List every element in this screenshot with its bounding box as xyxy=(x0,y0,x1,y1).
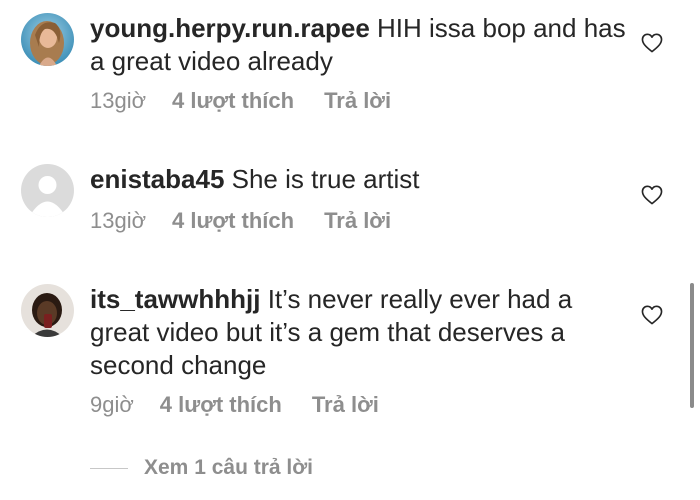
comment-username[interactable]: its_tawwhhhjj xyxy=(90,284,260,314)
comment-timestamp[interactable]: 13giờ xyxy=(90,208,146,234)
heart-icon[interactable] xyxy=(641,305,663,325)
comment-text: its_tawwhhhjj It’s never really ever had… xyxy=(90,283,630,382)
avatar[interactable] xyxy=(21,13,74,66)
comment-text: enistaba45 She is true artist xyxy=(90,163,630,196)
comment-timestamp[interactable]: 9giờ xyxy=(90,392,134,418)
comment-likes-count[interactable]: 4 lượt thích xyxy=(172,88,294,114)
comment-body: She is true artist xyxy=(224,164,420,194)
comment-meta: 13giờ 4 lượt thích Trả lời xyxy=(90,208,391,234)
comment-timestamp[interactable]: 13giờ xyxy=(90,88,146,114)
scrollbar-thumb[interactable] xyxy=(690,283,694,408)
profile-photo-icon xyxy=(21,13,74,66)
avatar[interactable] xyxy=(21,284,74,337)
comment-username[interactable]: young.herpy.run.rapee xyxy=(90,13,370,43)
reply-button[interactable]: Trả lời xyxy=(324,208,391,234)
reply-button[interactable]: Trả lời xyxy=(324,88,391,114)
view-replies-label: Xem 1 câu trả lời xyxy=(144,456,314,479)
default-profile-icon xyxy=(21,164,74,217)
view-replies-button[interactable]: Xem 1 câu trả lời xyxy=(90,455,313,481)
comment-text: young.herpy.run.rapee HIH issa bop and h… xyxy=(90,12,630,78)
comment-username[interactable]: enistaba45 xyxy=(90,164,224,194)
profile-photo-icon xyxy=(21,284,74,337)
comment-likes-count[interactable]: 4 lượt thích xyxy=(160,392,282,418)
reply-button[interactable]: Trả lời xyxy=(312,392,379,418)
divider-line xyxy=(90,467,128,469)
heart-icon[interactable] xyxy=(641,33,663,53)
heart-icon[interactable] xyxy=(641,185,663,205)
comment-meta: 9giờ 4 lượt thích Trả lời xyxy=(90,392,379,418)
comment-likes-count[interactable]: 4 lượt thích xyxy=(172,208,294,234)
avatar[interactable] xyxy=(21,164,74,217)
comment-meta: 13giờ 4 lượt thích Trả lời xyxy=(90,88,391,114)
